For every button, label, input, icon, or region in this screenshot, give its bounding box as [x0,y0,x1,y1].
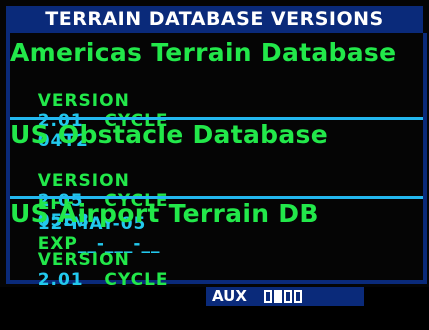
version-label: VERSION [37,250,130,270]
page-group-label: AUX [212,287,247,305]
page-marker [284,290,292,303]
current-page-marker [274,290,282,303]
version-label: VERSION [37,91,130,111]
page-marker [264,290,272,303]
terrain-database-page: TERRAIN DATABASE VERSIONS Americas Terra… [0,0,429,310]
page-marker [294,290,302,303]
page-title: TERRAIN DATABASE VERSIONS [6,6,423,33]
americas-terrain-db-name: Americas Terrain Database [10,38,397,67]
us-airport-terrain-db-name: US Airport Terrain DB [10,199,319,228]
us-airport-terrain-version-row: VERSION 2.01 CYCLE 04A2 [10,230,169,330]
us-obstacle-db-name: US Obstacle Database [10,120,328,149]
